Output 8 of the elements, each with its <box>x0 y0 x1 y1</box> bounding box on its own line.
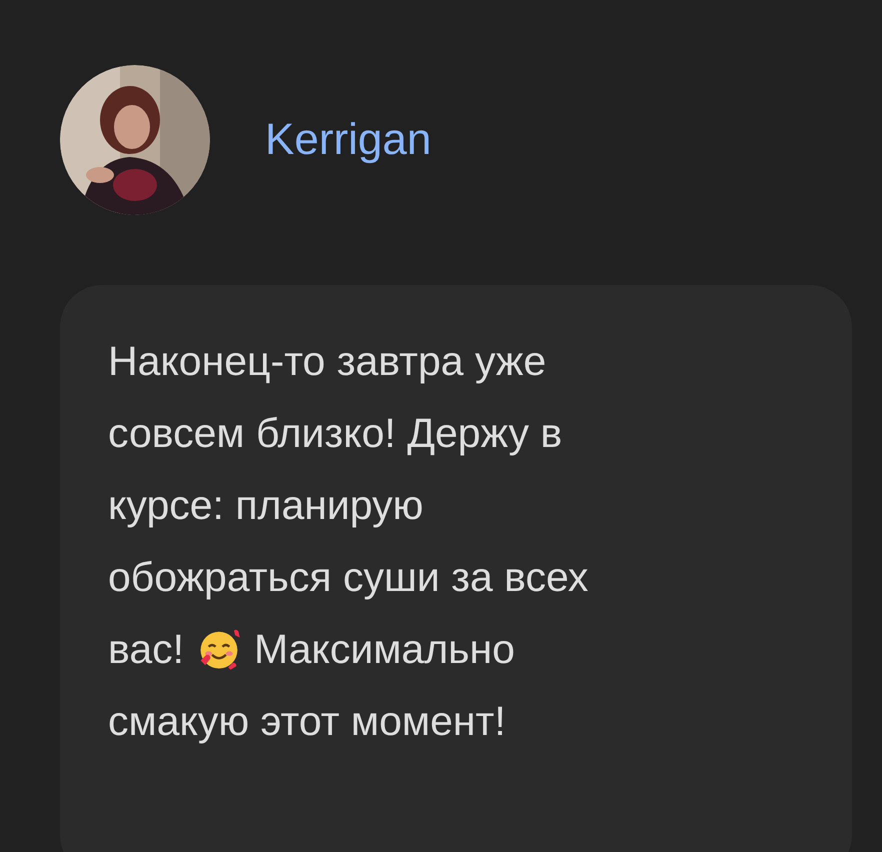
message-text: совсем близко! Держу в <box>108 409 562 458</box>
author-name[interactable]: Kerrigan <box>265 115 432 165</box>
message-text: смакую этот момент! <box>108 697 506 746</box>
message-text: вас! <box>108 625 184 674</box>
message-text: Максимально <box>254 625 515 674</box>
message-text: обожраться суши за всех <box>108 553 588 602</box>
message-text: Наконец-то завтра уже <box>108 337 546 386</box>
message-text: курсе: планирую <box>108 481 424 530</box>
